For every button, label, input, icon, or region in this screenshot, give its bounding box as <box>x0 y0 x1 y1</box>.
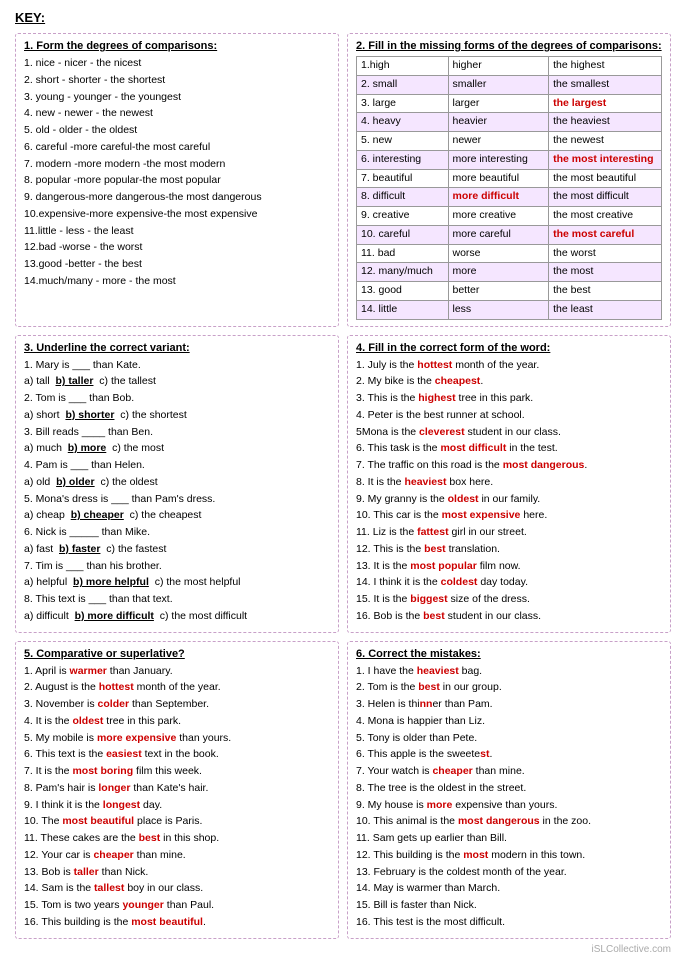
section-1-content: 1. nice - nicer - the nicest 2. short - … <box>24 56 330 290</box>
section-3-title: 3. Underline the correct variant: <box>24 342 330 354</box>
section-6: 6. Correct the mistakes: 1. I have the h… <box>347 641 671 939</box>
comparisons-table: 1.highhigherthe highest 2. smallsmallert… <box>356 56 662 320</box>
watermark: iSLCollective.com <box>15 944 671 955</box>
section-4: 4. Fill in the correct form of the word:… <box>347 335 671 633</box>
page-title: KEY: <box>15 10 671 25</box>
section-1-title: 1. Form the degrees of comparisons: <box>24 40 330 52</box>
section-4-title: 4. Fill in the correct form of the word: <box>356 342 662 354</box>
section-5: 5. Comparative or superlative? 1. April … <box>15 641 339 939</box>
section-1: 1. Form the degrees of comparisons: 1. n… <box>15 33 339 327</box>
section-2: 2. Fill in the missing forms of the degr… <box>347 33 671 327</box>
section-5-title: 5. Comparative or superlative? <box>24 648 330 660</box>
section-6-title: 6. Correct the mistakes: <box>356 648 662 660</box>
section-3: 3. Underline the correct variant: 1. Mar… <box>15 335 339 633</box>
section-2-title: 2. Fill in the missing forms of the degr… <box>356 40 662 52</box>
